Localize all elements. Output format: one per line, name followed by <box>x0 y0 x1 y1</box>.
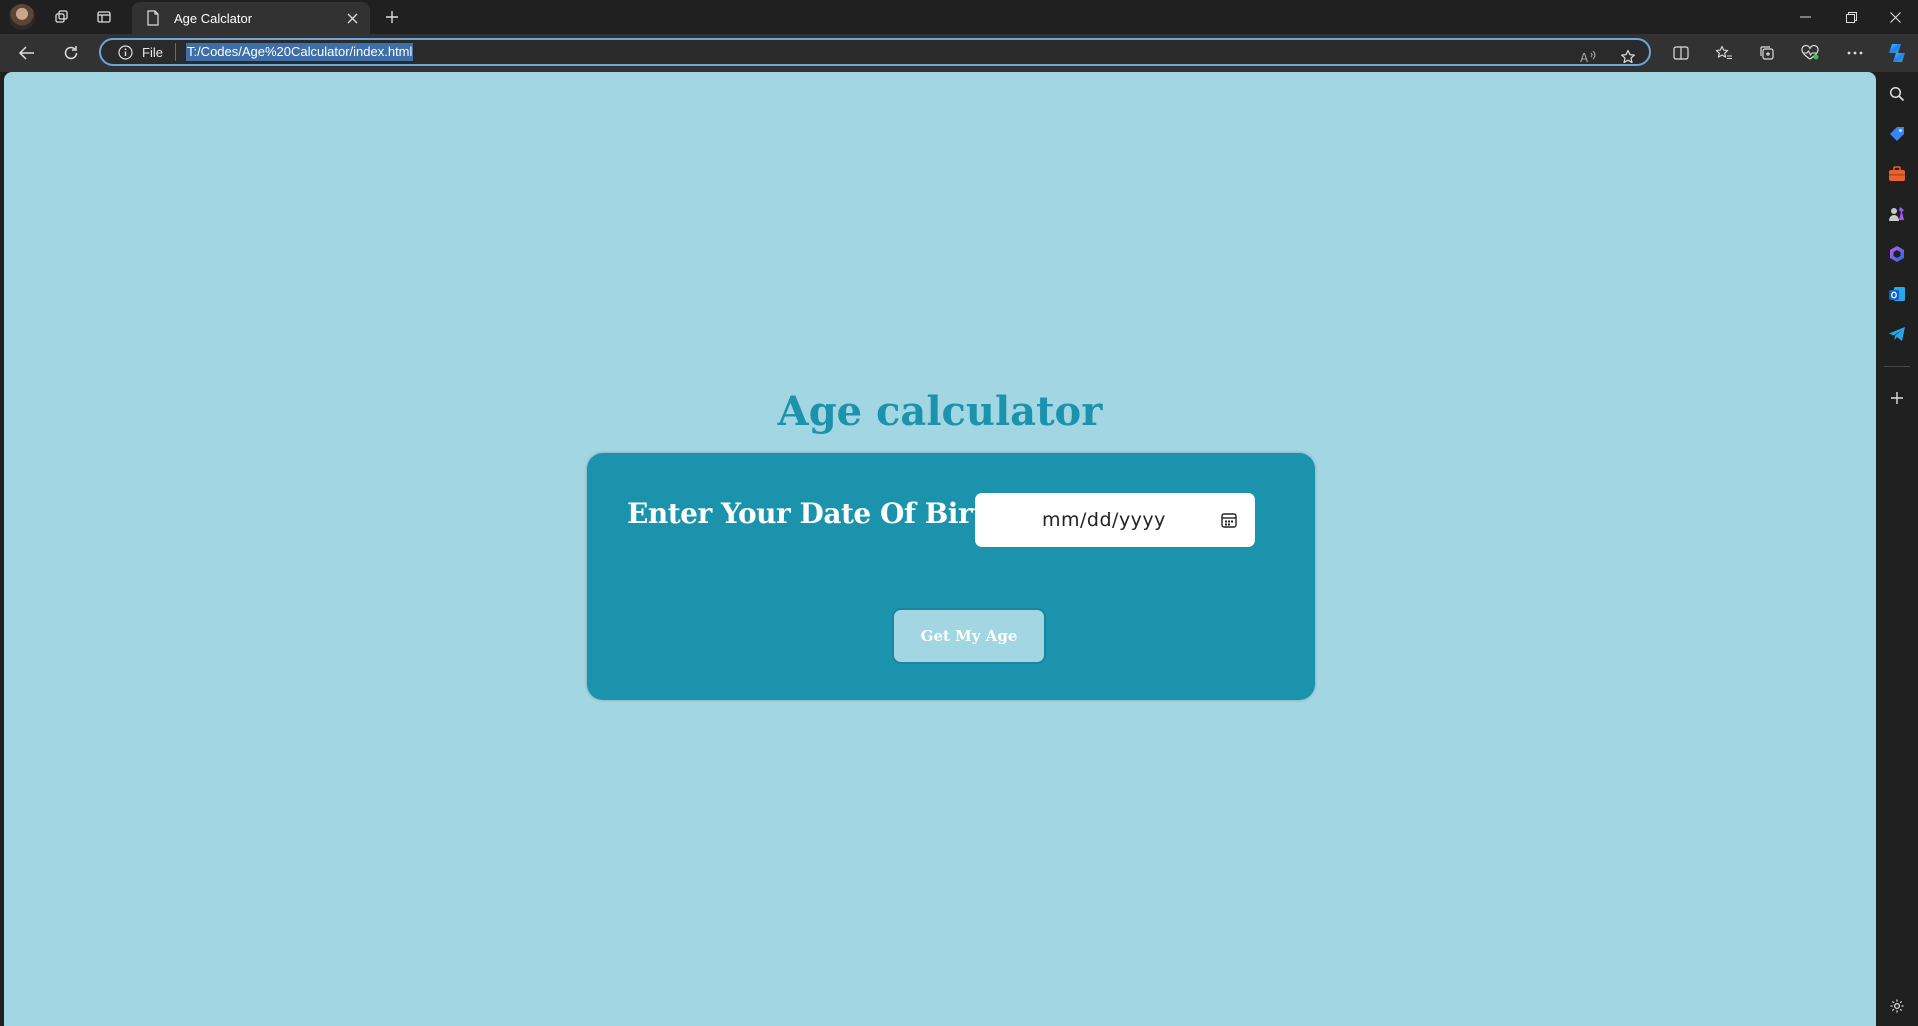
new-tab-icon[interactable] <box>380 5 404 29</box>
browser-sidebar <box>1876 72 1918 1026</box>
outlook-icon[interactable] <box>1885 282 1909 306</box>
page-icon <box>144 9 162 27</box>
close-window-icon[interactable] <box>1872 0 1918 34</box>
minimize-icon[interactable] <box>1782 0 1828 34</box>
add-icon[interactable] <box>1885 386 1909 410</box>
favorites-icon[interactable] <box>1709 39 1739 67</box>
get-my-age-button[interactable]: Get My Age <box>894 610 1044 662</box>
browser-toolbar: File T:/Codes/Age%20Calculator/index.htm… <box>0 34 1918 72</box>
date-placeholder: mm/dd/yyyy <box>1042 509 1166 531</box>
info-icon[interactable] <box>117 44 133 60</box>
telegram-icon[interactable] <box>1885 322 1909 346</box>
tab-age-calculator[interactable]: Age Calclator <box>132 2 370 34</box>
tools-icon[interactable] <box>1885 162 1909 186</box>
page-title: Age calculator <box>777 388 1103 435</box>
workspaces-icon[interactable] <box>50 5 74 29</box>
calculator-card: Enter Your Date Of Birth mm/dd/yyyy Get … <box>587 453 1315 700</box>
dob-label: Enter Your Date Of Birth <box>627 497 1005 530</box>
svg-text:A: A <box>1580 51 1589 64</box>
restore-icon[interactable] <box>1828 0 1874 34</box>
page-viewport: Age calculator Enter Your Date Of Birth … <box>4 72 1876 1026</box>
url-text[interactable]: T:/Codes/Age%20Calculator/index.html <box>185 43 414 61</box>
address-bar[interactable]: File T:/Codes/Age%20Calculator/index.htm… <box>99 38 1651 66</box>
address-scheme-label: File <box>142 44 163 60</box>
read-aloud-icon[interactable]: A <box>1576 44 1602 70</box>
calendar-icon[interactable] <box>1219 510 1239 530</box>
favorite-star-icon[interactable] <box>1615 44 1641 70</box>
office-icon[interactable] <box>1885 242 1909 266</box>
copilot-icon[interactable] <box>1882 39 1912 67</box>
more-icon[interactable] <box>1840 39 1870 67</box>
search-icon[interactable] <box>1885 82 1909 106</box>
split-screen-icon[interactable] <box>1666 39 1696 67</box>
tab-actions-icon[interactable] <box>92 5 116 29</box>
back-icon[interactable] <box>13 39 41 67</box>
close-icon[interactable] <box>340 6 364 30</box>
settings-icon[interactable] <box>1885 994 1909 1018</box>
date-of-birth-input[interactable]: mm/dd/yyyy <box>975 493 1255 547</box>
refresh-icon[interactable] <box>57 39 85 67</box>
collections-icon[interactable] <box>1752 39 1782 67</box>
browser-title-bar: Age Calclator <box>0 0 1918 34</box>
profile-avatar[interactable] <box>9 4 35 30</box>
games-icon[interactable] <box>1885 202 1909 226</box>
tab-title: Age Calclator <box>174 10 253 26</box>
address-separator <box>174 43 176 61</box>
sidebar-divider <box>1884 366 1910 367</box>
browser-essentials-icon[interactable] <box>1795 39 1825 67</box>
shopping-tag-icon[interactable] <box>1885 122 1909 146</box>
